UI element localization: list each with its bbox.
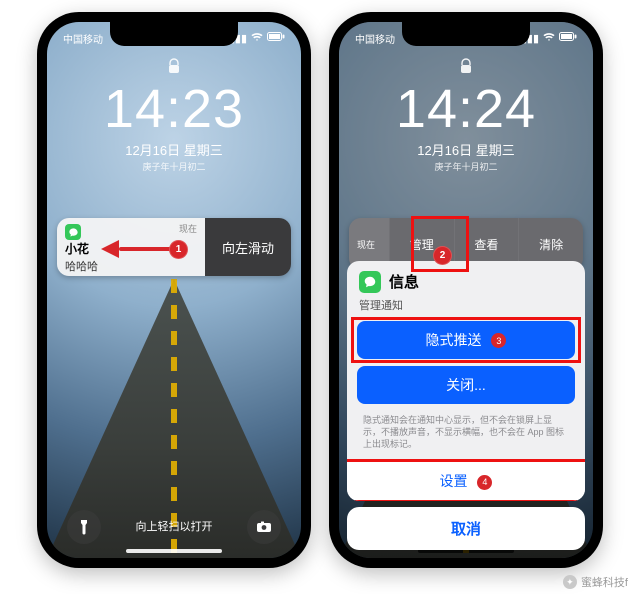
- wifi-icon: [251, 32, 263, 45]
- action-sheet-card: 信息 管理通知 隐式推送 3 关闭... 隐式通知会在通知中心显示，但不会在: [347, 261, 585, 501]
- lock-area: 14:24 12月16日 星期三 庚子年十月初二: [339, 58, 593, 173]
- settings-label: 设置: [440, 473, 468, 489]
- annotation-marker-3: 3: [491, 333, 506, 348]
- sheet-note: 隐式通知会在通知中心显示，但不会在锁屏上显示，不播放声音，不显示横幅，也不会在 …: [347, 412, 585, 460]
- wifi-icon: [543, 32, 555, 45]
- cancel-label: 取消: [451, 521, 481, 538]
- lock-date: 12月16日 星期三: [47, 140, 301, 159]
- annotation-marker-4: 4: [477, 475, 492, 490]
- phone-right: 中国移动 ▮▮▮▮ 14:24 12月16日 星期三 庚子年十月初二: [329, 12, 603, 568]
- watermark: ✦ 蜜蜂科技f: [563, 574, 628, 590]
- screen-right: 中国移动 ▮▮▮▮ 14:24 12月16日 星期三 庚子年十月初二: [339, 22, 593, 558]
- messages-icon: [65, 224, 81, 240]
- screen-left: 中国移动 ▮▮▮▮ 14:23 12月16日 星期三 庚子年十月初二: [47, 22, 301, 558]
- notification-card[interactable]: 现在 小花 哈哈哈 1: [57, 218, 205, 276]
- flashlight-button[interactable]: [67, 510, 101, 544]
- annotation-marker-1: 1: [169, 240, 188, 259]
- action-sheet: 信息 管理通知 隐式推送 3 关闭... 隐式通知会在通知中心显示，但不会在: [347, 261, 585, 550]
- lock-date-sub: 庚子年十月初二: [339, 160, 593, 173]
- cancel-button[interactable]: 取消: [347, 507, 585, 550]
- notification-swiped[interactable]: 现在 小花 哈哈哈 1 向左滑动: [57, 218, 291, 276]
- settings-button[interactable]: 设置 4: [347, 460, 585, 501]
- lock-date: 12月16日 星期三: [339, 140, 593, 159]
- deliver-quietly-label: 隐式推送: [426, 332, 482, 348]
- status-carrier: 中国移动: [355, 31, 395, 46]
- annotation-marker-2: 2: [433, 246, 452, 265]
- swipe-action-button[interactable]: 向左滑动: [205, 218, 291, 276]
- battery-icon: [267, 32, 285, 44]
- deliver-quietly-button[interactable]: 隐式推送 3: [357, 321, 575, 359]
- camera-button[interactable]: [247, 510, 281, 544]
- lock-time: 14:24: [339, 81, 593, 138]
- lock-icon: [47, 58, 301, 77]
- notch: [110, 22, 238, 46]
- battery-icon: [559, 32, 577, 44]
- phone-left: 中国移动 ▮▮▮▮ 14:23 12月16日 星期三 庚子年十月初二: [37, 12, 311, 568]
- sheet-subtitle: 管理通知: [347, 297, 585, 321]
- lock-time: 14:23: [47, 81, 301, 138]
- lock-icon: [339, 58, 593, 77]
- notification-body: 哈哈哈: [65, 258, 197, 274]
- notch: [402, 22, 530, 46]
- wechat-icon: ✦: [563, 575, 577, 589]
- lock-date-sub: 庚子年十月初二: [47, 160, 301, 173]
- watermark-text: 蜜蜂科技f: [581, 574, 628, 590]
- status-carrier: 中国移动: [63, 31, 103, 46]
- notification-time: 现在: [179, 222, 197, 235]
- bottom-controls: [47, 510, 301, 544]
- sheet-app-name: 信息: [389, 271, 419, 292]
- turn-off-button[interactable]: 关闭...: [357, 366, 575, 404]
- home-indicator[interactable]: [126, 549, 222, 553]
- messages-icon: [359, 271, 381, 293]
- turn-off-label: 关闭...: [446, 377, 486, 393]
- lock-area: 14:23 12月16日 星期三 庚子年十月初二: [47, 58, 301, 173]
